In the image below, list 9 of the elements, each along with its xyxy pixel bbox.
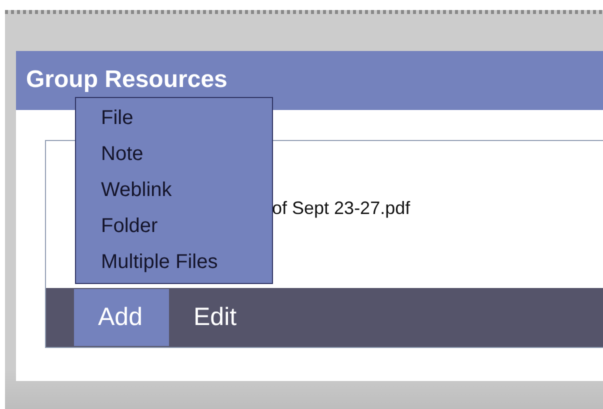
toolbar-button[interactable]: Add xyxy=(74,289,170,346)
menu-item[interactable]: Weblink xyxy=(76,172,272,208)
menu-item[interactable]: Multiple Files xyxy=(76,244,272,280)
menu-item[interactable]: Folder xyxy=(76,208,272,244)
toolbar-button[interactable]: Edit xyxy=(169,289,264,346)
panel-title: Group Resources xyxy=(26,66,228,94)
file-link[interactable]: of Sept 23-27.pdf xyxy=(272,198,410,219)
menu-item[interactable]: File xyxy=(76,100,272,136)
menu-item[interactable]: Note xyxy=(76,136,272,172)
